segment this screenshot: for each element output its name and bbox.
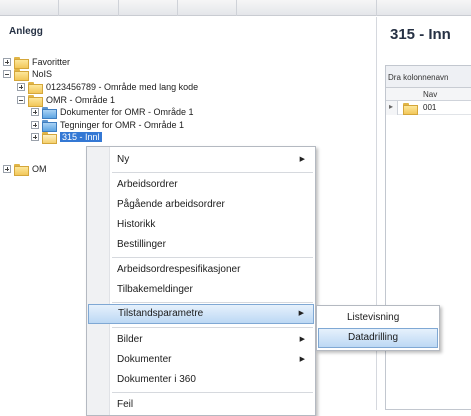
column-header-nav[interactable]: Nav [423,90,437,99]
folder-icon [14,69,29,81]
menu-item-pagaende-arbeidsordrer[interactable]: Pågående arbeidsordrer [88,195,314,215]
menu-item-arbeidsordrer[interactable]: Arbeidsordrer [88,175,314,195]
menu-item-historikk[interactable]: Historikk [88,215,314,235]
submenu-arrow-icon: ▶ [299,156,305,163]
tree-item-315-selected[interactable]: 315 - Innl [31,131,102,144]
menu-item-ny[interactable]: Ny ▶ [88,150,314,170]
submenu-arrow-icon: ▶ [299,356,305,363]
menu-item-label: Ny [117,154,130,165]
menu-item-dokumenter[interactable]: Dokumenter ▶ [88,350,314,370]
tree-item-dokumenter[interactable]: Dokumenter for OMR - Område 1 [31,106,194,119]
menu-item-tilbakemeldinger[interactable]: Tilbakemeldinger [88,280,314,300]
table-cell: 001 [423,103,437,112]
tree-item-label: 315 - Innl [60,132,102,142]
table-row[interactable]: ▸ 001 [386,101,471,115]
menu-item-label: Historikk [117,219,156,230]
tree-item-label: 0123456789 - Område med lang kode [46,82,199,92]
menu-item-bilder[interactable]: Bilder ▶ [88,330,314,350]
submenu-arrow-icon: ▶ [298,310,304,317]
collapse-icon[interactable] [17,96,25,104]
panel-title: Anlegg [9,26,43,37]
folder-icon [28,95,43,107]
submenu-item-label: Datadrilling [348,332,399,343]
tree-item-omr-1[interactable]: OMR - Område 1 [17,94,116,107]
menu-item-label: Pågående arbeidsordrer [117,199,225,210]
submenu-arrow-icon: ▶ [299,336,305,343]
expand-icon[interactable] [31,108,39,116]
open-folder-icon [42,132,57,144]
expand-icon[interactable] [3,58,11,66]
collapse-icon[interactable] [3,70,11,78]
menu-item-label: Dokumenter [117,354,172,365]
context-menu: Ny ▶ Arbeidsordrer Pågående arbeidsordre… [86,146,316,416]
tree-item-label: Favoritter [32,57,71,67]
toolbar-separator [58,0,59,16]
blue-folder-icon [42,107,57,119]
menu-item-label: Tilstandsparametre [118,308,204,319]
detail-panel: 315 - Inn Dra kolonnenavn Nav ▸ 001 [376,17,471,410]
menu-item-label: Feil [117,399,134,410]
menu-item-label: Tilbakemeldinger [117,284,193,295]
menu-item-label: Arbeidsordrer [117,179,178,190]
folder-icon [14,57,29,69]
tree-item-label: OM [32,164,47,174]
menu-item-bestillinger[interactable]: Bestillinger [88,235,314,255]
tree-item-nois[interactable]: NoIS [3,68,53,81]
toolbar-separator [236,0,237,16]
submenu-item-label: Listevisning [347,312,400,323]
menu-item-label: Arbeidsordrespesifikasjoner [117,264,241,275]
tree-item-label: Dokumenter for OMR - Område 1 [60,107,194,117]
row-indicator[interactable]: ▸ [386,101,398,115]
menu-item-feil[interactable]: Feil [88,395,314,415]
folder-icon [403,103,418,115]
tree-item-favoritter[interactable]: Favoritter [3,56,71,69]
menu-item-arbeidsordrespesifikasjoner[interactable]: Arbeidsordrespesifikasjoner [88,260,314,280]
expand-icon[interactable] [31,133,39,141]
expand-icon[interactable] [17,83,25,91]
group-by-bar[interactable]: Dra kolonnenavn [386,66,471,88]
blue-folder-icon [42,120,57,132]
column-header-row: Nav [386,88,471,101]
tree-item-label: Tegninger for OMR - Område 1 [60,120,185,130]
row-arrow-icon: ▸ [389,102,394,111]
submenu-item-datadrilling[interactable]: Datadrilling [318,328,438,348]
tree-item-label: OMR - Område 1 [46,95,116,105]
menu-item-label: Dokumenter i 360 [117,374,196,385]
menu-separator [112,327,313,328]
menu-item-tilstandsparametre[interactable]: Tilstandsparametre ▶ [88,304,314,324]
tree-item-long-code[interactable]: 0123456789 - Område med lang kode [17,81,199,94]
folder-icon [28,82,43,94]
menu-separator [112,172,313,173]
tree-item-label: NoIS [32,69,53,79]
expand-icon[interactable] [3,165,11,173]
menu-separator [112,257,313,258]
toolbar-separator [376,0,377,16]
tree-item-om[interactable]: OM [3,163,47,176]
tree-item-tegninger[interactable]: Tegninger for OMR - Område 1 [31,119,185,132]
toolbar-separator [118,0,119,16]
top-toolbar [0,0,471,16]
menu-separator [112,302,313,303]
folder-icon [14,164,29,176]
submenu-item-listevisning[interactable]: Listevisning [318,308,438,328]
detail-title: 315 - Inn [390,26,451,43]
menu-separator [112,392,313,393]
menu-item-label: Bestillinger [117,239,166,250]
tilstandsparametre-submenu: Listevisning Datadrilling [316,305,440,351]
toolbar-separator [177,0,178,16]
data-grid: Dra kolonnenavn Nav ▸ 001 [385,65,471,410]
expand-icon[interactable] [31,121,39,129]
menu-item-dokumenter-i-360[interactable]: Dokumenter i 360 [88,370,314,390]
menu-item-label: Bilder [117,334,143,345]
